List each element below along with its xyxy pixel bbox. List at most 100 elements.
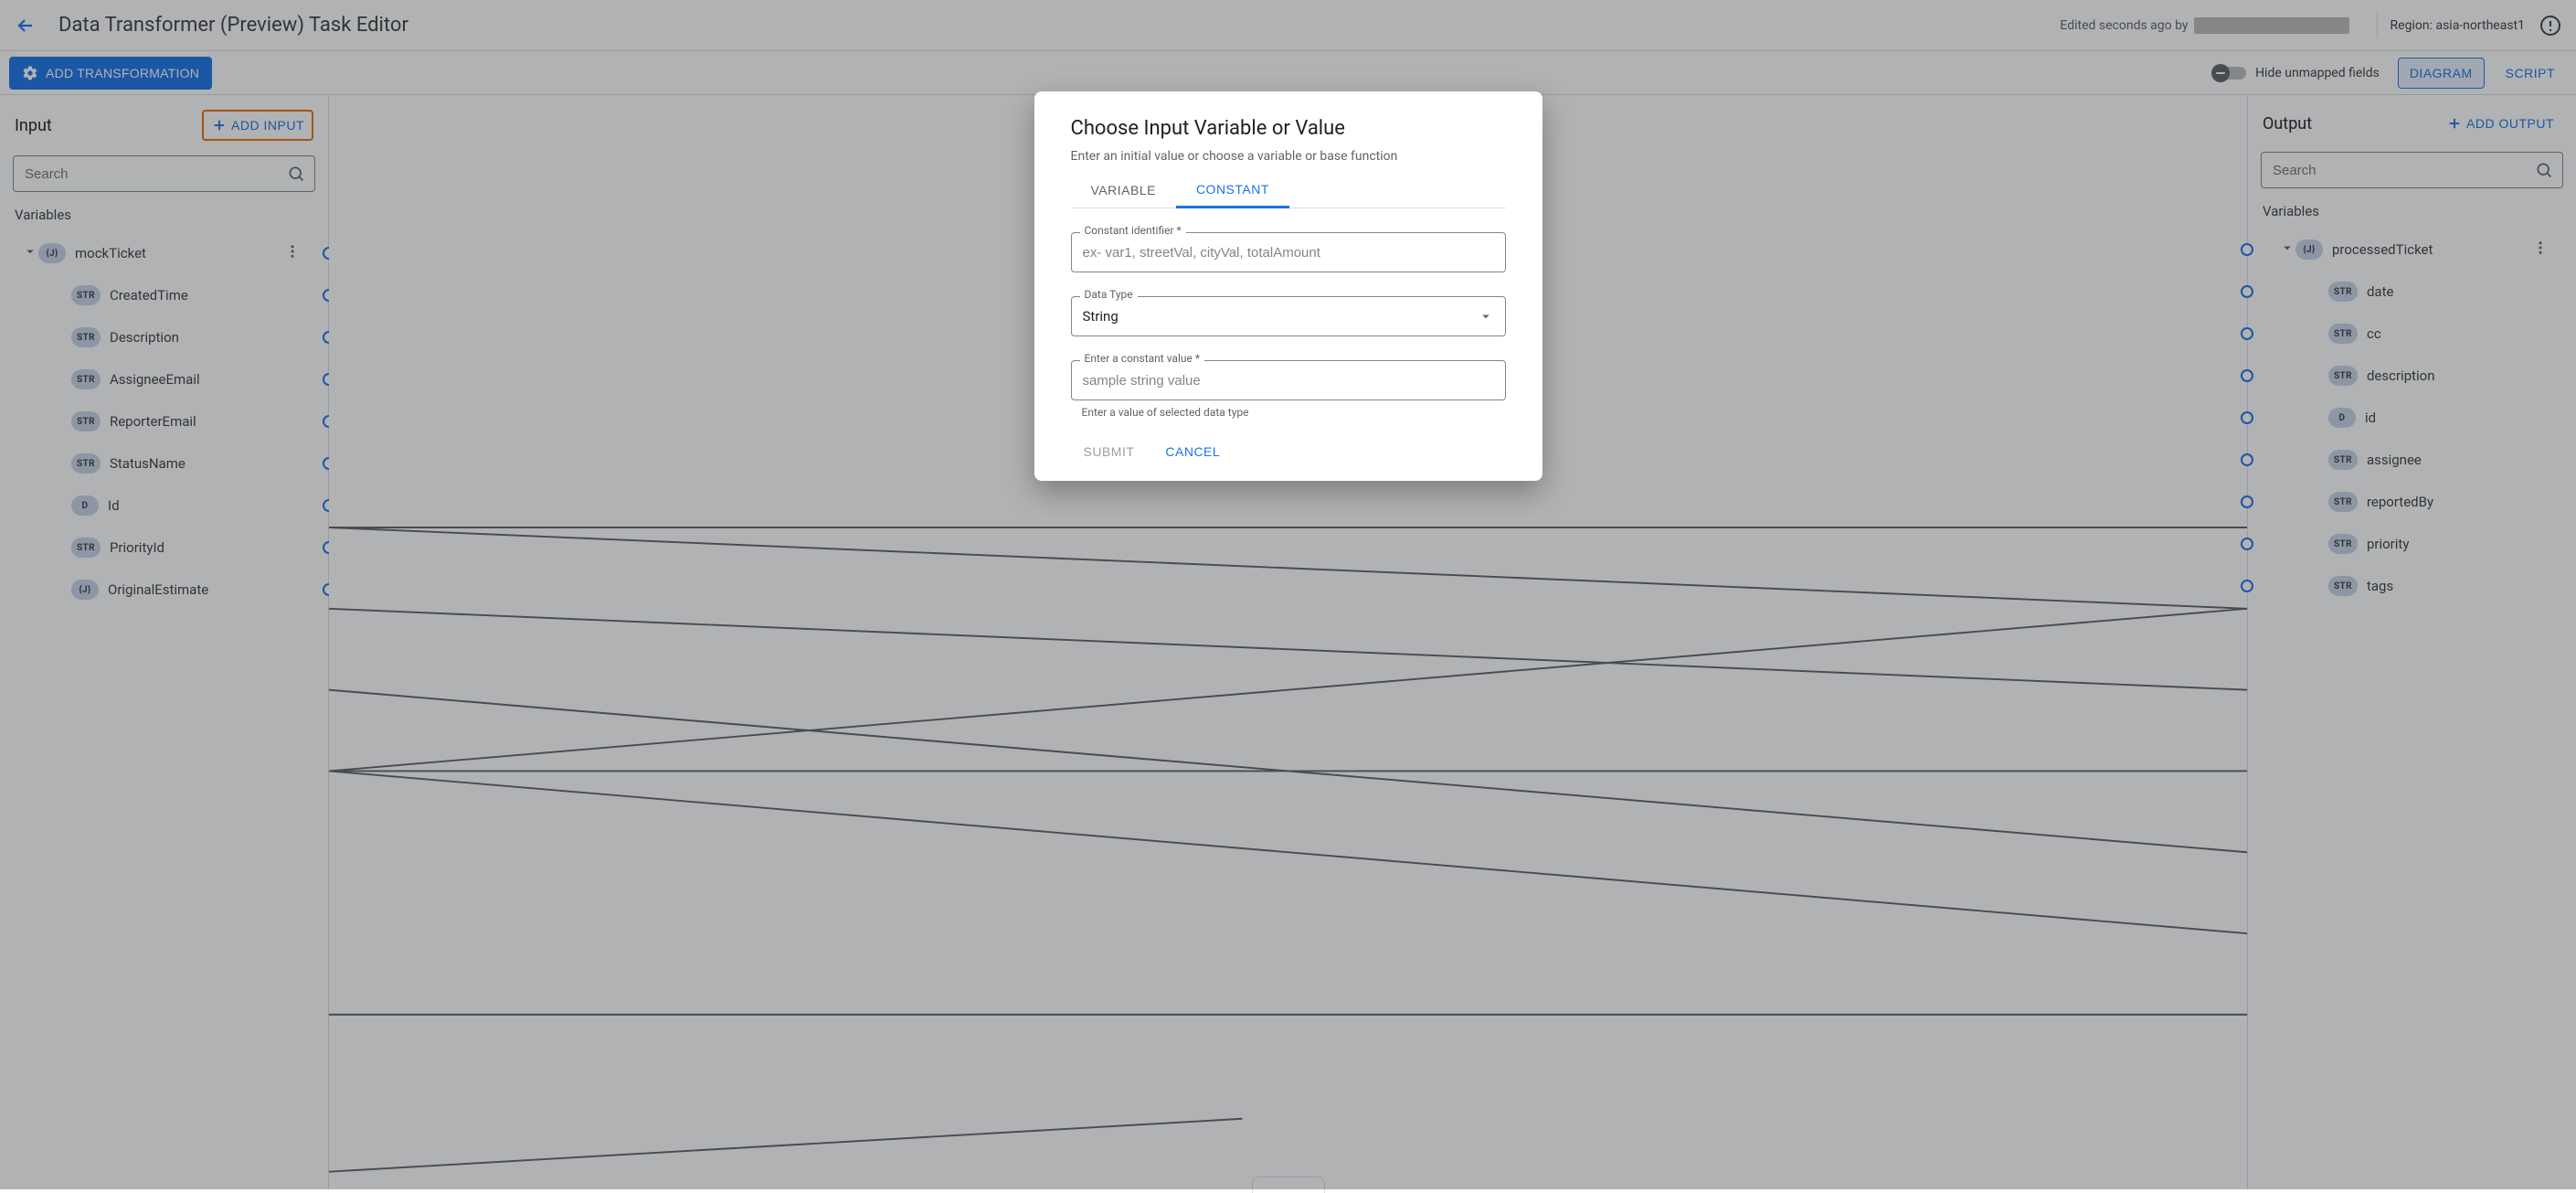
field-label: ReporterEmail: [110, 413, 196, 430]
cancel-button[interactable]: CANCEL: [1163, 439, 1222, 464]
type-chip: STR: [2328, 576, 2358, 596]
input-port[interactable]: [2241, 411, 2253, 424]
type-chip: D: [71, 495, 99, 516]
add-transformation-button[interactable]: ADD TRANSFORMATION: [9, 57, 212, 90]
output-field-node[interactable]: STR tags: [2248, 565, 2576, 607]
diagram-tab[interactable]: DIAGRAM: [2398, 58, 2485, 89]
bottom-drawer-handle[interactable]: [1252, 1177, 1325, 1193]
add-input-button[interactable]: ADD INPUT: [202, 110, 313, 141]
input-field-node[interactable]: {J} OriginalEstimate: [0, 569, 328, 611]
add-output-button[interactable]: ADD OUTPUT: [2439, 110, 2561, 137]
minus-icon: [2211, 64, 2230, 82]
output-field-node[interactable]: STR reportedBy: [2248, 481, 2576, 523]
output-panel: Output ADD OUTPUT Variables {J} processe…: [2247, 95, 2576, 1189]
field-label: PriorityId: [110, 539, 164, 556]
back-arrow-icon[interactable]: [15, 15, 37, 37]
field-label: CreatedTime: [110, 287, 188, 304]
output-field-node[interactable]: STRdescription: [2248, 355, 2576, 397]
field-label: StatusName: [110, 455, 186, 472]
output-tree: {J} processedTicket STRdate STRcc STRdes…: [2248, 229, 2576, 625]
output-root-node[interactable]: {J} processedTicket: [2248, 229, 2576, 271]
data-type-value: String: [1083, 308, 1118, 325]
input-port[interactable]: [2241, 453, 2253, 466]
input-port[interactable]: [2241, 243, 2253, 256]
data-type-label: Data Type: [1080, 288, 1138, 301]
output-field-node[interactable]: Did: [2248, 397, 2576, 439]
tab-constant[interactable]: CONSTANT: [1176, 173, 1289, 208]
type-chip: STR: [2328, 450, 2358, 470]
input-field-node[interactable]: STR AssigneeEmail: [0, 358, 328, 400]
input-field-node[interactable]: STR CreatedTime: [0, 274, 328, 316]
top-bar: Data Transformer (Preview) Task Editor E…: [0, 0, 2576, 51]
constant-value-input[interactable]: [1071, 360, 1506, 400]
type-chip: STR: [2328, 324, 2358, 344]
submit-button[interactable]: SUBMIT: [1082, 439, 1137, 464]
field-label: AssigneeEmail: [110, 371, 200, 388]
input-port[interactable]: [2241, 285, 2253, 298]
modal-subtitle: Enter an initial value or choose a varia…: [1071, 149, 1506, 164]
input-field-node[interactable]: D Id: [0, 485, 328, 527]
field-label: Description: [110, 329, 179, 346]
data-type-select[interactable]: String: [1071, 296, 1506, 336]
type-chip: {J}: [71, 580, 99, 600]
output-search[interactable]: [2261, 152, 2563, 188]
type-chip: STR: [71, 285, 101, 305]
input-panel: Input ADD INPUT Variables {J} mockTicket: [0, 95, 329, 1189]
output-heading: Output: [2263, 114, 2312, 133]
field-label: reportedBy: [2367, 494, 2433, 510]
constant-identifier-input[interactable]: [1071, 232, 1506, 272]
edited-by-prefix: Edited seconds ago by: [2060, 18, 2188, 33]
output-field-node[interactable]: STRcc: [2248, 313, 2576, 355]
input-port[interactable]: [2241, 327, 2253, 340]
input-tree: {J} mockTicket STR CreatedTime STR Descrip…: [0, 232, 328, 629]
plus-icon: [2446, 115, 2463, 132]
input-port[interactable]: [2241, 580, 2253, 592]
input-port[interactable]: [2241, 495, 2253, 508]
field-label: Id: [108, 497, 120, 514]
input-port[interactable]: [2241, 369, 2253, 382]
constant-value-field: Enter a constant value *: [1071, 360, 1506, 400]
tab-variable[interactable]: VARIABLE: [1071, 173, 1176, 208]
output-variables-label: Variables: [2248, 197, 2576, 229]
kebab-icon[interactable]: [284, 243, 301, 263]
type-chip: STR: [71, 453, 101, 474]
chevron-down-icon: [1478, 308, 1494, 325]
choose-input-modal: Choose Input Variable or Value Enter an …: [1034, 91, 1542, 481]
hide-unmapped-label: Hide unmapped fields: [2255, 66, 2380, 80]
input-search[interactable]: [13, 155, 315, 192]
input-root-node[interactable]: {J} mockTicket: [0, 232, 328, 274]
caret-down-icon[interactable]: [22, 243, 38, 263]
field-label: OriginalEstimate: [108, 581, 208, 598]
script-tab[interactable]: SCRIPT: [2494, 58, 2567, 89]
constant-value-helper: Enter a value of selected data type: [1071, 406, 1506, 419]
output-field-node[interactable]: STR assignee: [2248, 439, 2576, 481]
input-field-node[interactable]: STR Description: [0, 316, 328, 358]
output-field-node[interactable]: STRdate: [2248, 271, 2576, 313]
input-field-node[interactable]: STR StatusName: [0, 442, 328, 485]
modal-title: Choose Input Variable or Value: [1071, 117, 1506, 140]
hide-unmapped-toggle[interactable]: Hide unmapped fields: [2213, 64, 2380, 82]
output-search-field[interactable]: [2262, 163, 2562, 178]
input-field-node[interactable]: STRReporterEmail: [0, 400, 328, 442]
output-field-node[interactable]: STRpriority: [2248, 523, 2576, 565]
input-field-node[interactable]: STRPriorityId: [0, 527, 328, 569]
field-label: assignee: [2367, 452, 2422, 468]
plus-icon: [211, 117, 228, 133]
kebab-icon[interactable]: [2532, 240, 2549, 260]
field-label: tags: [2367, 578, 2393, 594]
type-chip: STR: [2328, 492, 2358, 512]
input-port[interactable]: [2241, 538, 2253, 550]
type-chip: STR: [71, 369, 101, 389]
add-input-label: ADD INPUT: [231, 118, 304, 133]
caret-down-icon[interactable]: [2279, 240, 2295, 260]
modal-tabs: VARIABLE CONSTANT: [1071, 173, 1506, 208]
constant-identifier-field: Constant identifier *: [1071, 232, 1506, 272]
separator: [2377, 13, 2378, 38]
help-icon[interactable]: [2539, 15, 2561, 37]
input-search-field[interactable]: [14, 166, 314, 182]
constant-identifier-label: Constant identifier *: [1080, 224, 1186, 237]
type-chip: STR: [71, 327, 101, 347]
type-chip-json: {J}: [38, 243, 66, 263]
toggle-switch[interactable]: [2213, 64, 2246, 82]
type-chip: D: [2328, 408, 2356, 428]
